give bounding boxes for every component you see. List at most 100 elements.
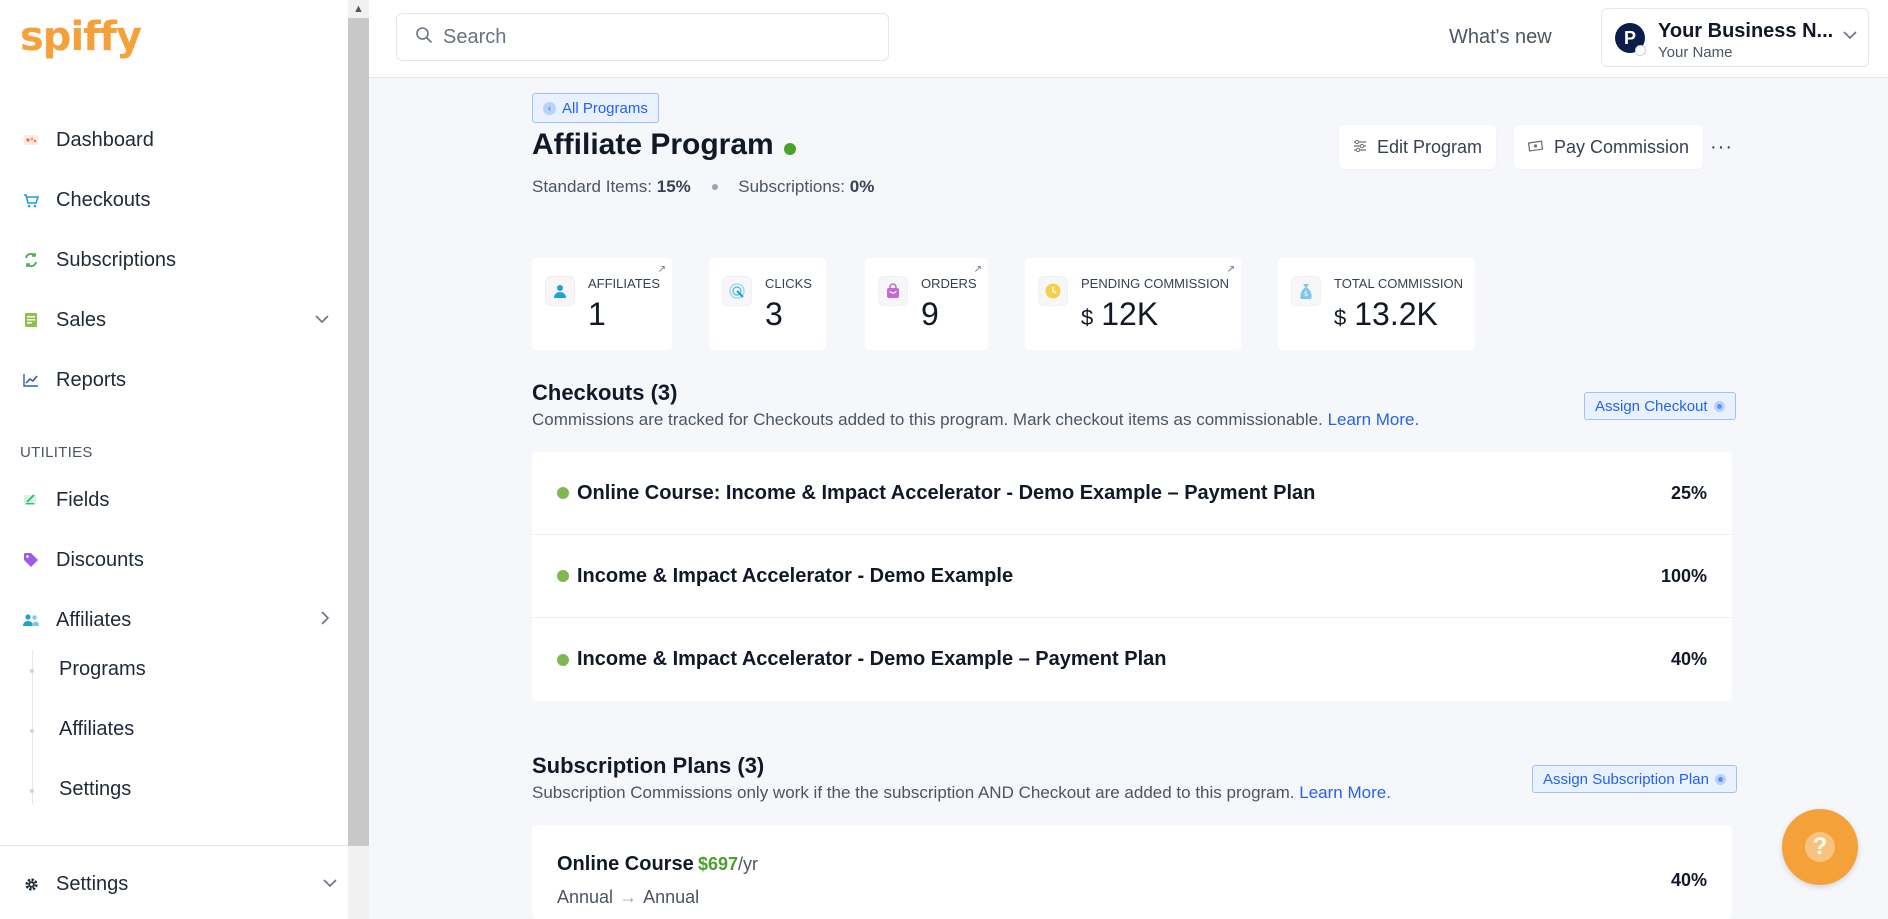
- external-link-icon[interactable]: ↗: [974, 264, 982, 275]
- account-switcher[interactable]: P Your Business N... Your Name: [1601, 8, 1869, 67]
- external-link-icon[interactable]: ↗: [658, 264, 666, 275]
- sidebar-subitem-affiliates[interactable]: Affiliates: [59, 718, 134, 741]
- stat-value: 9: [921, 296, 939, 333]
- affiliate-person-icon: [545, 276, 575, 306]
- checkouts-desc-text: Commissions are tracked for Checkouts ad…: [532, 410, 1323, 429]
- currency-symbol: $: [1081, 305, 1094, 330]
- commission-percent: 40%: [1670, 870, 1707, 890]
- stat-card-pending-commission[interactable]: PENDING COMMISSION $12K ↗: [1025, 258, 1241, 350]
- subscriptions-value: 0%: [849, 177, 875, 196]
- spiffy-logo[interactable]: spiffy: [20, 14, 142, 60]
- submenu-bullet: [30, 789, 34, 793]
- pay-commission-button[interactable]: Pay Commission: [1514, 125, 1704, 169]
- stat-label: PENDING COMMISSION: [1081, 276, 1230, 291]
- external-link-icon[interactable]: ↗: [1227, 264, 1235, 275]
- all-programs-button[interactable]: ‹ All Programs: [532, 93, 659, 123]
- sidebar-item-affiliates[interactable]: Affiliates: [20, 602, 330, 638]
- receipt-icon: [20, 309, 42, 331]
- sidebar-item-settings[interactable]: Settings: [20, 866, 337, 902]
- plan-interval-from: Annual: [557, 887, 614, 907]
- subscription-plans-list: Online Course $697/yr Annual → Annual 40%: [532, 825, 1732, 919]
- separator-dot: [711, 183, 718, 190]
- user-badge-icon: [1635, 45, 1646, 56]
- stat-card-total-commission: $ TOTAL COMMISSION $13.2K: [1278, 258, 1475, 350]
- sidebar-item-dashboard[interactable]: Dashboard: [20, 122, 330, 158]
- checkouts-learn-more-link[interactable]: Learn More.: [1328, 410, 1420, 429]
- stat-value-text: 13.2K: [1354, 296, 1438, 332]
- plan-price-period: /yr: [738, 854, 759, 874]
- search-box[interactable]: [396, 13, 889, 61]
- stat-value-text: 1: [588, 296, 606, 332]
- subscription-plans-desc-text: Subscription Commissions only work if th…: [532, 783, 1295, 802]
- stat-label: AFFILIATES: [588, 276, 660, 291]
- chevron-right-icon: [320, 610, 330, 631]
- sidebar-item-reports[interactable]: Reports: [20, 362, 330, 398]
- checkout-row[interactable]: Income & Impact Accelerator - Demo Examp…: [532, 535, 1732, 618]
- sidebar-item-fields[interactable]: Fields: [20, 482, 330, 518]
- scroll-up-arrow-icon[interactable]: ▲: [348, 0, 369, 18]
- assign-checkout-button[interactable]: Assign Checkout: [1584, 392, 1736, 420]
- sidebar-item-label: Checkouts: [56, 188, 151, 211]
- subscription-plan-row[interactable]: Online Course $697/yr Annual → Annual 40%: [532, 825, 1732, 915]
- svg-text:$: $: [1304, 290, 1308, 298]
- commission-rates: Standard Items: 15% Subscriptions: 0%: [532, 177, 874, 197]
- assign-subscription-plan-button[interactable]: Assign Subscription Plan: [1532, 765, 1737, 793]
- stat-card-affiliates[interactable]: AFFILIATES 1 ↗: [532, 258, 672, 350]
- users-icon: [20, 609, 42, 631]
- standard-items-value: 15%: [656, 177, 691, 196]
- sidebar-subitem-programs[interactable]: Programs: [59, 658, 146, 681]
- commission-percent: 40%: [1670, 649, 1707, 669]
- scrollbar-thumb[interactable]: [348, 18, 369, 846]
- page-title-text: Affiliate Program: [532, 128, 774, 161]
- all-programs-label: All Programs: [562, 99, 648, 117]
- gear-icon: [20, 873, 42, 895]
- checkout-row[interactable]: Income & Impact Accelerator - Demo Examp…: [532, 618, 1732, 701]
- active-status-dot: [557, 570, 569, 582]
- sliders-icon: [1353, 139, 1367, 156]
- sidebar-scrollbar[interactable]: ▲: [348, 0, 369, 919]
- help-button[interactable]: ?: [1782, 809, 1858, 885]
- stat-value-text: 12K: [1101, 296, 1159, 332]
- stat-card-clicks: CLICKS 3: [709, 258, 826, 350]
- stat-label: TOTAL COMMISSION: [1334, 276, 1464, 291]
- sidebar-item-label: Sales: [56, 308, 107, 331]
- dashboard-icon: [20, 129, 42, 151]
- plan-interval: Annual → Annual: [557, 887, 699, 908]
- assign-checkout-label: Assign Checkout: [1595, 397, 1708, 415]
- plan-price: $697/yr: [698, 854, 758, 875]
- checkout-row[interactable]: Online Course: Income & Impact Accelerat…: [532, 452, 1732, 535]
- sidebar-subitem-settings[interactable]: Settings: [59, 778, 131, 801]
- subscription-plans-learn-more-link[interactable]: Learn More.: [1299, 783, 1391, 802]
- sidebar-item-subscriptions[interactable]: Subscriptions: [20, 242, 330, 278]
- checkouts-section-description: Commissions are tracked for Checkouts ad…: [532, 410, 1419, 430]
- subscription-plans-section-title: Subscription Plans (3): [532, 753, 765, 778]
- chart-line-icon: [20, 369, 42, 391]
- sidebar-item-label: Affiliates: [56, 608, 132, 631]
- page-title: Affiliate Program: [532, 128, 796, 162]
- sidebar-item-checkouts[interactable]: Checkouts: [20, 182, 330, 218]
- standard-items-label: Standard Items:: [532, 177, 653, 196]
- money-bag-icon: $: [1291, 276, 1321, 306]
- commission-percent: 25%: [1670, 482, 1707, 503]
- active-status-dot: [557, 487, 569, 499]
- checkout-name: Income & Impact Accelerator - Demo Examp…: [577, 564, 1014, 587]
- sidebar-divider: [0, 845, 348, 846]
- checkouts-section-title: Checkouts (3): [532, 380, 678, 405]
- sidebar-item-discounts[interactable]: Discounts: [20, 542, 330, 578]
- plan-price-amount: $697: [698, 854, 739, 874]
- sidebar-item-sales[interactable]: Sales: [20, 302, 330, 338]
- stat-card-orders[interactable]: ORDERS 9 ↗: [865, 258, 988, 350]
- more-options-icon[interactable]: ···: [1710, 136, 1733, 159]
- chevron-down-icon: [1842, 27, 1858, 45]
- refresh-icon: [20, 249, 42, 271]
- money-icon: [1527, 139, 1544, 155]
- search-icon: [415, 26, 433, 49]
- stat-value: 1: [588, 296, 606, 333]
- assign-subscription-plan-label: Assign Subscription Plan: [1543, 770, 1709, 788]
- arrow-right-icon: →: [619, 887, 638, 907]
- edit-program-button[interactable]: Edit Program: [1339, 125, 1497, 169]
- search-input[interactable]: [443, 25, 863, 49]
- edit-program-label: Edit Program: [1377, 136, 1483, 157]
- sidebar-item-label: Fields: [56, 488, 110, 511]
- whats-new-link[interactable]: What's new: [1449, 26, 1552, 49]
